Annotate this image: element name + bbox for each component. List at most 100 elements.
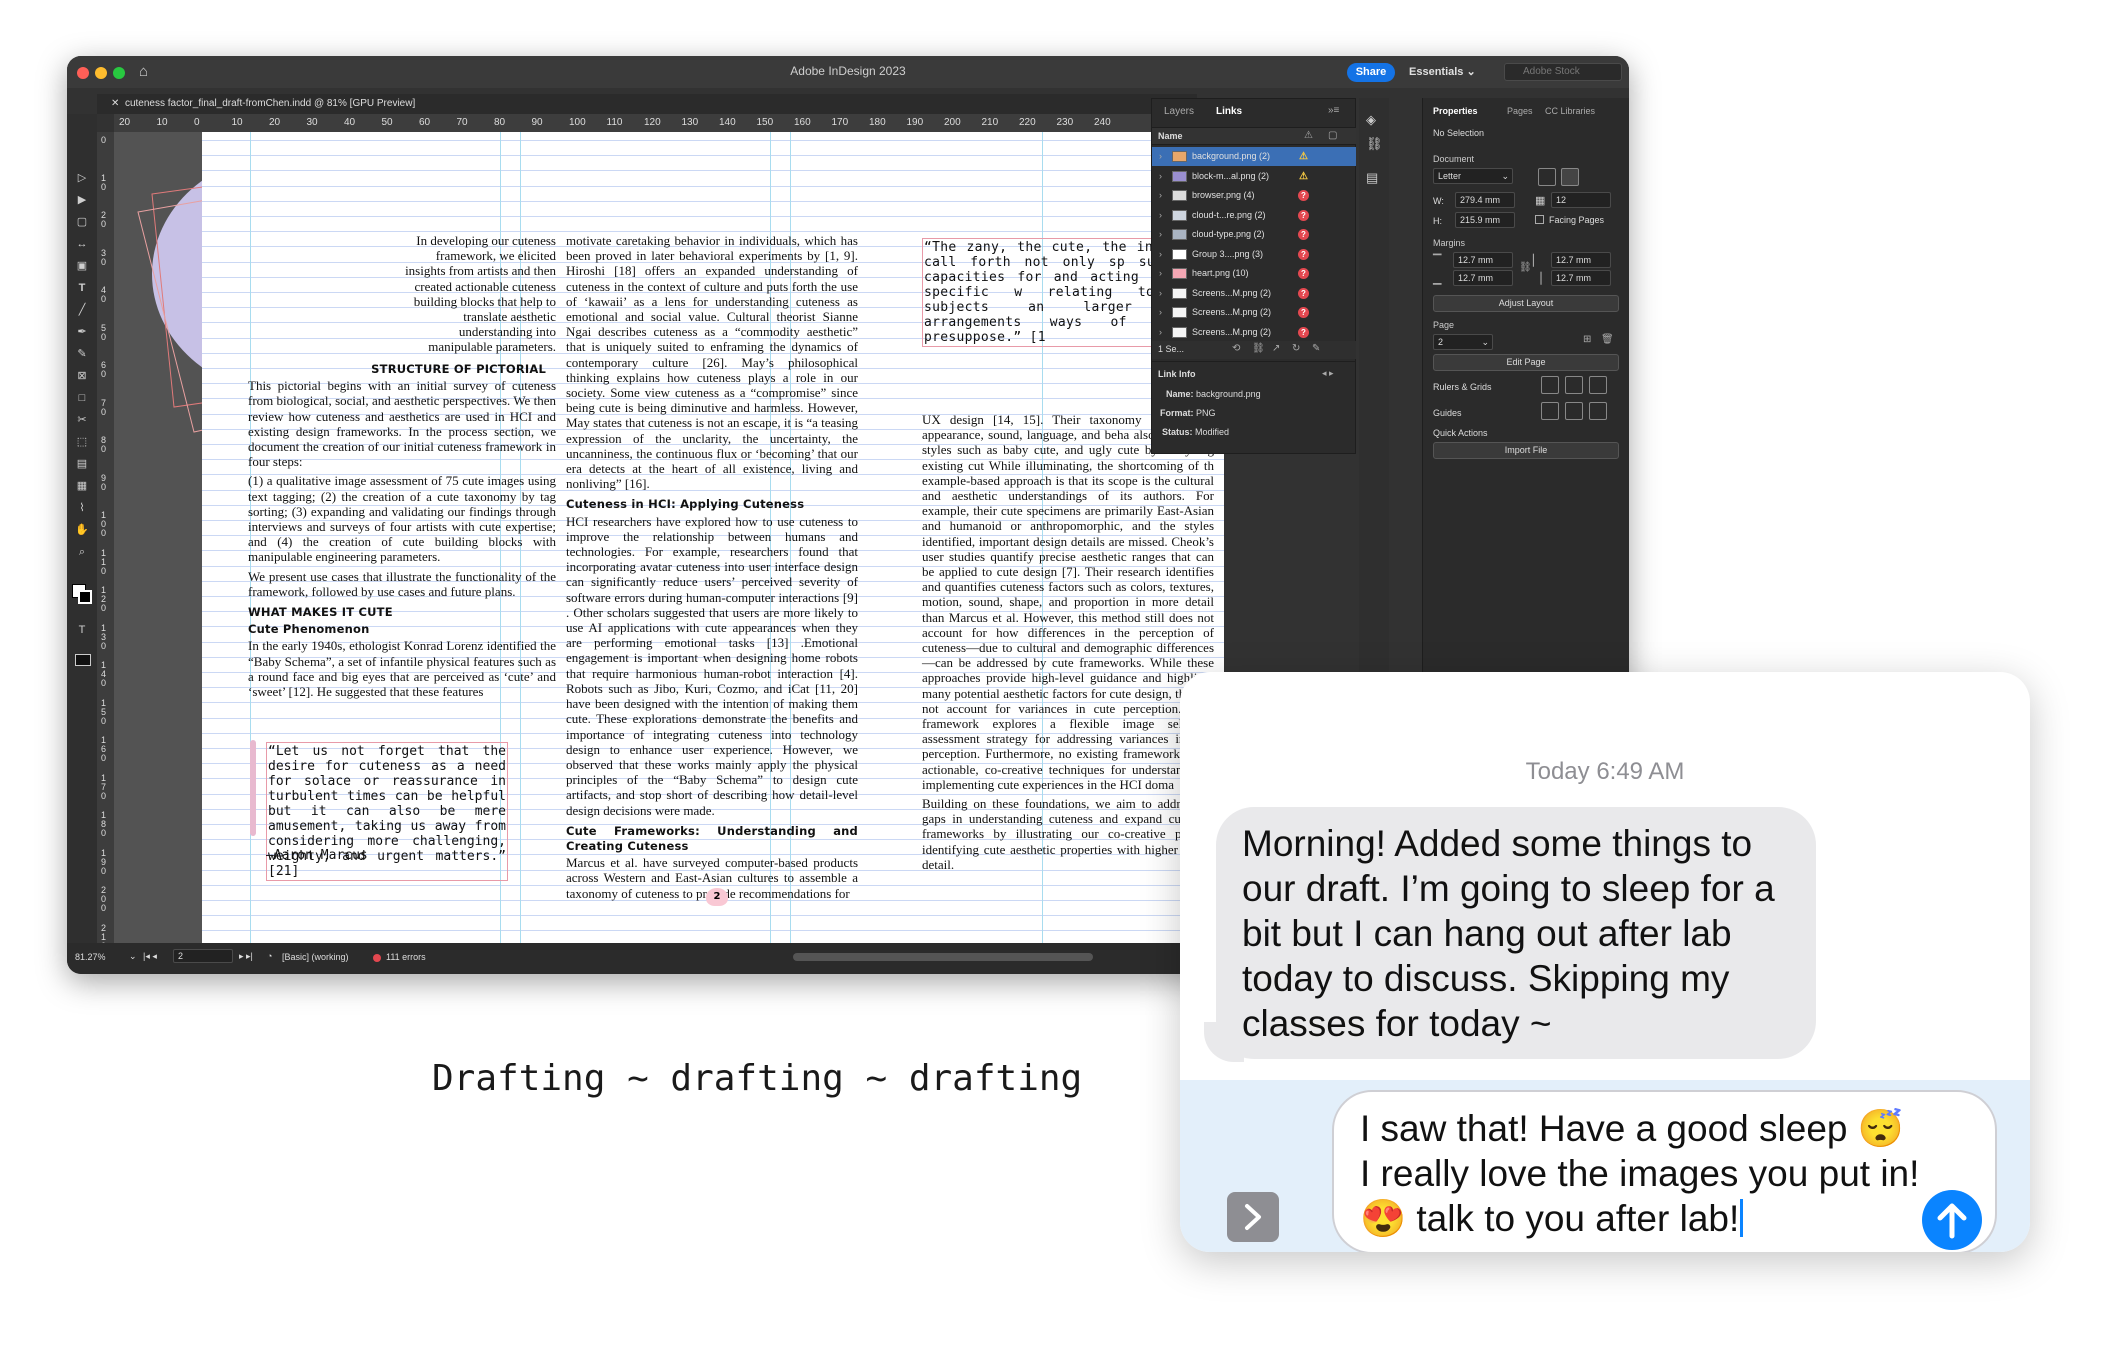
- expand-chevron-icon[interactable]: ›: [1159, 284, 1162, 303]
- width-field[interactable]: 279.4 mm: [1455, 192, 1515, 208]
- direct-selection-tool-icon[interactable]: ▶: [75, 194, 89, 206]
- links-icon[interactable]: ⛓: [1366, 136, 1383, 152]
- expand-chevron-icon[interactable]: ›: [1159, 186, 1162, 205]
- selection-tool-icon[interactable]: ▷: [75, 172, 89, 184]
- note-tool-icon[interactable]: ▦: [75, 480, 89, 492]
- content-collector-icon[interactable]: ▣: [75, 260, 89, 272]
- link-row[interactable]: › Screens...M.png (2)?: [1152, 303, 1356, 322]
- margin-bottom-field[interactable]: 12.7 mm: [1453, 270, 1513, 286]
- formatting-affects-text-icon[interactable]: T: [75, 624, 89, 636]
- edit-page-button[interactable]: Edit Page: [1433, 354, 1619, 371]
- lock-guides-icon[interactable]: [1589, 402, 1607, 420]
- link-row[interactable]: › Group 3....png (3)?: [1152, 245, 1356, 264]
- next-page-icon[interactable]: ▸ ▸|: [239, 951, 253, 962]
- tab-layers[interactable]: Layers: [1164, 106, 1194, 117]
- expand-chevron-icon[interactable]: ›: [1159, 147, 1162, 166]
- relink-cc-icon[interactable]: ⟲: [1232, 343, 1240, 354]
- tab-cc-libraries[interactable]: CC Libraries: [1545, 106, 1595, 116]
- import-file-button[interactable]: Import File: [1433, 442, 1619, 459]
- first-page-icon[interactable]: |◂ ◂: [143, 951, 157, 962]
- expand-chevron-icon[interactable]: ›: [1159, 264, 1162, 283]
- message-compose-field[interactable]: I saw that! Have a good sleep 😴 I really…: [1332, 1090, 1997, 1252]
- tab-pages[interactable]: Pages: [1507, 106, 1533, 116]
- panel-menu-icon[interactable]: »≡: [1328, 105, 1339, 116]
- delete-page-icon[interactable]: 🗑: [1601, 334, 1614, 345]
- document-tab[interactable]: ✕ cuteness factor_final_draft-fromChen.i…: [97, 94, 1197, 114]
- rectangle-frame-tool-icon[interactable]: ⊠: [75, 370, 89, 382]
- line-tool-icon[interactable]: ╱: [75, 304, 89, 316]
- close-tab-icon[interactable]: ✕: [111, 98, 119, 109]
- expand-chevron-icon[interactable]: ›: [1159, 167, 1162, 186]
- goto-link-icon[interactable]: ↗: [1272, 343, 1280, 354]
- guides-icon[interactable]: [1541, 402, 1559, 420]
- stroke-swatch-icon[interactable]: [78, 590, 92, 604]
- expand-chevron-icon[interactable]: ›: [1159, 206, 1162, 225]
- document-preset-select[interactable]: Letter ⌄: [1433, 168, 1513, 184]
- vertical-ruler[interactable]: 0 10 20 30 40 50 60 70 80 90 100 110 120 130 140 150 160…: [97, 132, 114, 950]
- column-name-header[interactable]: Name: [1158, 131, 1183, 141]
- link-info-nav-icon[interactable]: ◂ ▸: [1322, 368, 1334, 379]
- link-row[interactable]: › heart.png (10)?: [1152, 264, 1356, 283]
- margin-top-field[interactable]: 12.7 mm: [1453, 252, 1513, 268]
- eyedropper-tool-icon[interactable]: ⌇: [75, 502, 89, 514]
- send-button[interactable]: [1922, 1190, 1982, 1250]
- relink-icon[interactable]: ⛓: [1252, 343, 1265, 354]
- screen-mode-icon[interactable]: [75, 654, 91, 666]
- link-margins-icon[interactable]: ⛓: [1519, 262, 1532, 273]
- page-number-field[interactable]: 2: [173, 949, 233, 963]
- preflight-profile[interactable]: [Basic] (working): [282, 952, 349, 962]
- gradient-tool-icon[interactable]: ▤: [75, 458, 89, 470]
- link-row[interactable]: › background.png (2) ⚠: [1152, 147, 1356, 166]
- smart-guides-icon[interactable]: [1565, 402, 1583, 420]
- workspace-switcher[interactable]: Essentials ⌄: [1409, 65, 1476, 78]
- ruler-icon[interactable]: [1541, 376, 1559, 394]
- document-page[interactable]: In developing our cuteness framework, we…: [202, 132, 1224, 943]
- zoom-level[interactable]: 81.27%: [75, 952, 106, 962]
- tab-links[interactable]: Links: [1216, 106, 1242, 117]
- gap-tool-icon[interactable]: ↔: [75, 238, 89, 250]
- pages-count-field[interactable]: 12: [1551, 192, 1611, 208]
- preflight-errors[interactable]: 111 errors: [386, 952, 426, 962]
- baseline-grid-icon[interactable]: [1565, 376, 1583, 394]
- expand-chevron-icon[interactable]: ›: [1159, 245, 1162, 264]
- portrait-orientation-icon[interactable]: [1538, 168, 1556, 186]
- link-row[interactable]: › Screens...M.png (2)?: [1152, 323, 1356, 342]
- link-row[interactable]: › cloud-type.png (2)?: [1152, 225, 1356, 244]
- zoom-tool-icon[interactable]: ⌕: [75, 546, 89, 558]
- add-page-icon[interactable]: ⊞: [1583, 334, 1591, 345]
- hand-tool-icon[interactable]: ✋: [75, 524, 89, 536]
- expand-chevron-icon[interactable]: ›: [1159, 323, 1162, 342]
- pen-tool-icon[interactable]: ✒: [75, 326, 89, 338]
- link-row[interactable]: › cloud-t...re.png (2)?: [1152, 206, 1356, 225]
- adobe-stock-search[interactable]: Adobe Stock: [1504, 63, 1622, 81]
- link-row[interactable]: › block-m...al.png (2) ⚠: [1152, 167, 1356, 186]
- column-3[interactable]: UX design [14, 15]. Their taxonomy ident…: [922, 412, 1214, 876]
- update-link-icon[interactable]: ↻: [1292, 343, 1300, 354]
- rectangle-tool-icon[interactable]: □: [75, 392, 89, 404]
- comments-icon[interactable]: ▤: [1366, 170, 1378, 186]
- intro-paragraph[interactable]: In developing our cuteness framework, we…: [402, 233, 556, 355]
- type-tool-icon[interactable]: T: [75, 282, 89, 294]
- page-tool-icon[interactable]: ▢: [75, 216, 89, 228]
- column-2[interactable]: motivate caretaking behavior in individu…: [566, 233, 858, 905]
- landscape-orientation-icon[interactable]: [1561, 168, 1579, 186]
- expand-apps-button[interactable]: [1227, 1192, 1279, 1242]
- link-row[interactable]: › browser.png (4)?: [1152, 186, 1356, 205]
- link-row[interactable]: › Screens...M.png (2)?: [1152, 284, 1356, 303]
- pencil-tool-icon[interactable]: ✎: [75, 348, 89, 360]
- facing-pages-checkbox[interactable]: [1535, 215, 1544, 224]
- margin-right-field[interactable]: 12.7 mm: [1551, 270, 1611, 286]
- zoom-dropdown-icon[interactable]: ⌄: [129, 951, 137, 962]
- pasteboard[interactable]: In developing our cuteness framework, we…: [114, 132, 1224, 943]
- margin-left-field[interactable]: 12.7 mm: [1551, 252, 1611, 268]
- expand-chevron-icon[interactable]: ›: [1159, 225, 1162, 244]
- horizontal-ruler[interactable]: 20 10 0 10 20 30 40 50 60 70 80 90 100 110 120 130 140 15…: [114, 114, 1224, 132]
- document-grid-icon[interactable]: [1589, 376, 1607, 394]
- height-field[interactable]: 215.9 mm: [1455, 212, 1515, 228]
- expand-chevron-icon[interactable]: ›: [1159, 303, 1162, 322]
- scissors-tool-icon[interactable]: ✂: [75, 414, 89, 426]
- layers-icon[interactable]: ◈: [1366, 112, 1376, 128]
- adjust-layout-button[interactable]: Adjust Layout: [1433, 295, 1619, 312]
- horizontal-scrollbar[interactable]: [793, 953, 1093, 961]
- page-select[interactable]: 2 ⌄: [1433, 334, 1493, 350]
